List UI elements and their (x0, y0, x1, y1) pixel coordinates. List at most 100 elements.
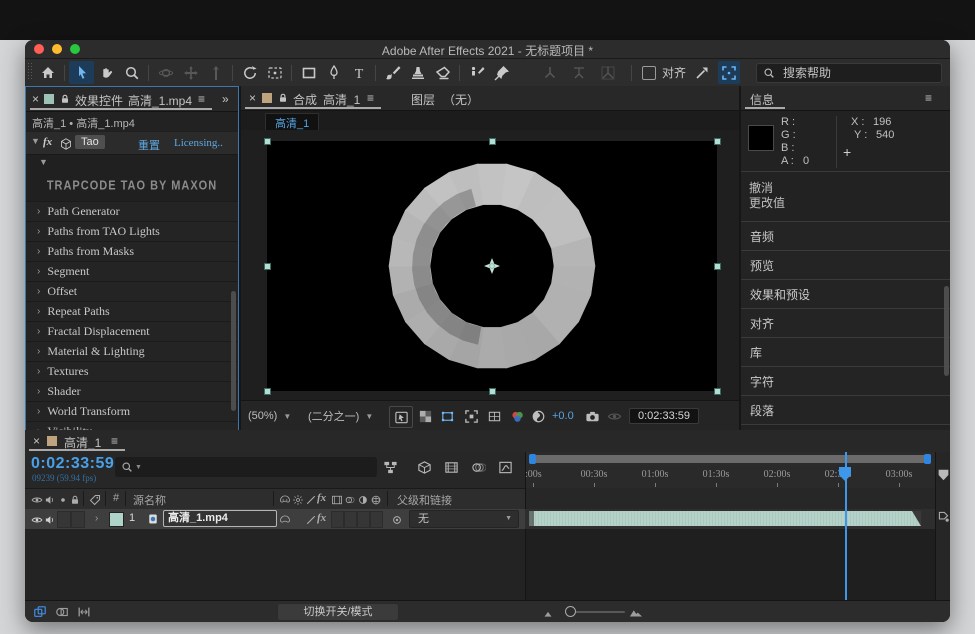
panel-header-效果和预设[interactable]: 效果和预设 (741, 280, 950, 309)
type-tool-icon[interactable]: T (346, 61, 371, 84)
effect-property-segment[interactable]: ›Segment (26, 261, 238, 281)
zoom-out-mountain-icon[interactable] (541, 607, 555, 622)
panel-header-库[interactable]: 库 (741, 338, 950, 367)
rotate-tool-icon[interactable] (237, 61, 262, 84)
expand-chevron-icon[interactable]: › (37, 226, 40, 237)
tab-effect-controls-label[interactable]: 效果控件 (75, 92, 123, 109)
selection-handle[interactable] (264, 388, 271, 395)
effect-property-textures[interactable]: ›Textures (26, 361, 238, 381)
effect-property-paths-from-masks[interactable]: ›Paths from Masks (26, 241, 238, 261)
tab-composition-label[interactable]: 合成 (293, 91, 317, 108)
pin-tool-icon[interactable] (489, 61, 514, 84)
panel-overflow-icon[interactable]: » (222, 92, 229, 106)
selection-handle[interactable] (714, 388, 721, 395)
brush-tool-icon[interactable] (380, 61, 405, 84)
add-marker-icon[interactable] (937, 510, 950, 523)
licensing-link[interactable]: Licensing.. (174, 137, 223, 149)
panel-menu-icon[interactable]: ≡ (925, 91, 932, 105)
timeline-current-timecode[interactable]: 0:02:33:59 (31, 455, 114, 473)
stamp-tool-icon[interactable] (405, 61, 430, 84)
frame-blend-cell[interactable] (331, 511, 344, 528)
toolbar-drag-handle[interactable] (28, 63, 33, 81)
close-panel-icon[interactable]: × (33, 434, 40, 448)
region-corner-box-icon[interactable] (718, 61, 740, 84)
effect-property-paths-from-tao-lights[interactable]: ›Paths from TAO Lights (26, 221, 238, 241)
effect-property-shader[interactable]: ›Shader (26, 381, 238, 401)
composition-frame[interactable] (267, 141, 717, 391)
expand-chevron-icon[interactable]: › (37, 206, 40, 217)
effect-property-repeat-paths[interactable]: ›Repeat Paths (26, 301, 238, 321)
timeline-zoom-knob[interactable] (565, 606, 576, 617)
tab-layer-label[interactable]: 图层 (411, 91, 435, 108)
panel-header-预览[interactable]: 预览 (741, 251, 950, 280)
transparency-grid-icon[interactable] (418, 401, 433, 431)
ucam-tool-icon[interactable] (262, 61, 287, 84)
inout-stretch-panes-icon[interactable] (77, 605, 91, 622)
source-name-column-label[interactable]: 源名称 (133, 492, 166, 508)
exposure-icon[interactable] (531, 401, 546, 431)
expand-chevron-icon[interactable]: › (37, 306, 40, 317)
eraser-tool-icon[interactable] (430, 61, 455, 84)
hand-tool-icon[interactable] (94, 61, 119, 84)
layer-duration-bar[interactable] (528, 510, 922, 527)
panel-menu-icon[interactable]: ≡ (367, 91, 374, 105)
selection-handle[interactable] (489, 388, 496, 395)
panel-header-对齐[interactable]: 对齐 (741, 309, 950, 338)
parent-dropdown[interactable]: 无 ▼ (409, 510, 519, 528)
layer-expand-chevron[interactable]: › (95, 513, 98, 524)
effect-name[interactable]: Tao (75, 135, 105, 149)
region-of-interest-icon[interactable] (464, 401, 479, 431)
expand-chevron-icon[interactable]: › (37, 346, 40, 357)
rect-tool-icon[interactable] (296, 61, 321, 84)
expand-chevron-icon[interactable]: › (37, 366, 40, 377)
parent-link-column-label[interactable]: 父级和链接 (397, 492, 452, 508)
lock-cell[interactable] (71, 511, 85, 528)
transfer-controls-icon[interactable] (55, 605, 69, 622)
panel-header-字符[interactable]: 字符 (741, 367, 950, 396)
guides-grid-icon[interactable] (487, 401, 502, 431)
panel-header-音频[interactable]: 音频 (741, 222, 950, 251)
always-preview-icon[interactable] (389, 406, 413, 428)
resolution-dropdown[interactable]: (二分之一)▼ (308, 401, 373, 431)
pen-tool-icon[interactable] (321, 61, 346, 84)
adjustment-cell[interactable] (357, 511, 370, 528)
expand-chevron-icon[interactable]: › (37, 266, 40, 277)
motion-blur-cell[interactable] (344, 511, 357, 528)
reset-effect-link[interactable]: 重置 (138, 137, 160, 153)
comp-marker-bin-icon[interactable] (937, 468, 950, 482)
close-panel-icon[interactable]: × (249, 91, 256, 105)
selection-handle[interactable] (714, 263, 721, 270)
pan-tool-icon[interactable] (178, 61, 203, 84)
magnification-dropdown[interactable]: (50%)▼ (248, 401, 291, 431)
anchor-point-icon[interactable] (482, 256, 502, 276)
tab-composition-name[interactable]: 高清_1 (323, 91, 360, 108)
frame-blending-icon[interactable] (444, 460, 459, 480)
motion-blur-icon[interactable] (471, 460, 486, 480)
effect-property-path-generator[interactable]: ›Path Generator (26, 201, 238, 221)
layer-out-handle[interactable] (912, 511, 921, 526)
work-area-start-handle[interactable] (529, 454, 536, 464)
zoom-tool-icon[interactable] (119, 61, 144, 84)
composition-flowchart-icon[interactable] (383, 460, 398, 480)
search-help-input[interactable] (781, 65, 905, 81)
expand-chevron-icon[interactable]: › (37, 286, 40, 297)
orbit-tool-icon[interactable] (153, 61, 178, 84)
channels-icon[interactable] (510, 401, 525, 431)
selection-handle[interactable] (264, 263, 271, 270)
effects-column-icon[interactable]: fx (317, 492, 326, 504)
effects-scrollbar[interactable] (231, 291, 236, 411)
timeline-search-field[interactable]: ▼ (115, 457, 377, 477)
layer-fx-icon[interactable]: fx (317, 512, 326, 524)
timeline-zoom-track[interactable] (570, 611, 625, 613)
axisb-mode-icon[interactable] (567, 61, 592, 84)
effect-property-material-lighting[interactable]: ›Material & Lighting (26, 341, 238, 361)
effect-property-fractal-displacement[interactable]: ›Fractal Displacement (26, 321, 238, 341)
close-panel-icon[interactable]: × (32, 92, 39, 106)
snap-checkbox[interactable] (642, 66, 656, 80)
effect-property-world-transform[interactable]: ›World Transform (26, 401, 238, 421)
expand-chevron-icon[interactable]: › (37, 326, 40, 337)
viewer-timecode[interactable]: 0:02:33:59 (629, 401, 699, 431)
select-tool-icon[interactable] (69, 61, 94, 84)
arrow-northeast-icon[interactable] (692, 61, 712, 84)
layer-label-swatch[interactable] (109, 512, 124, 527)
